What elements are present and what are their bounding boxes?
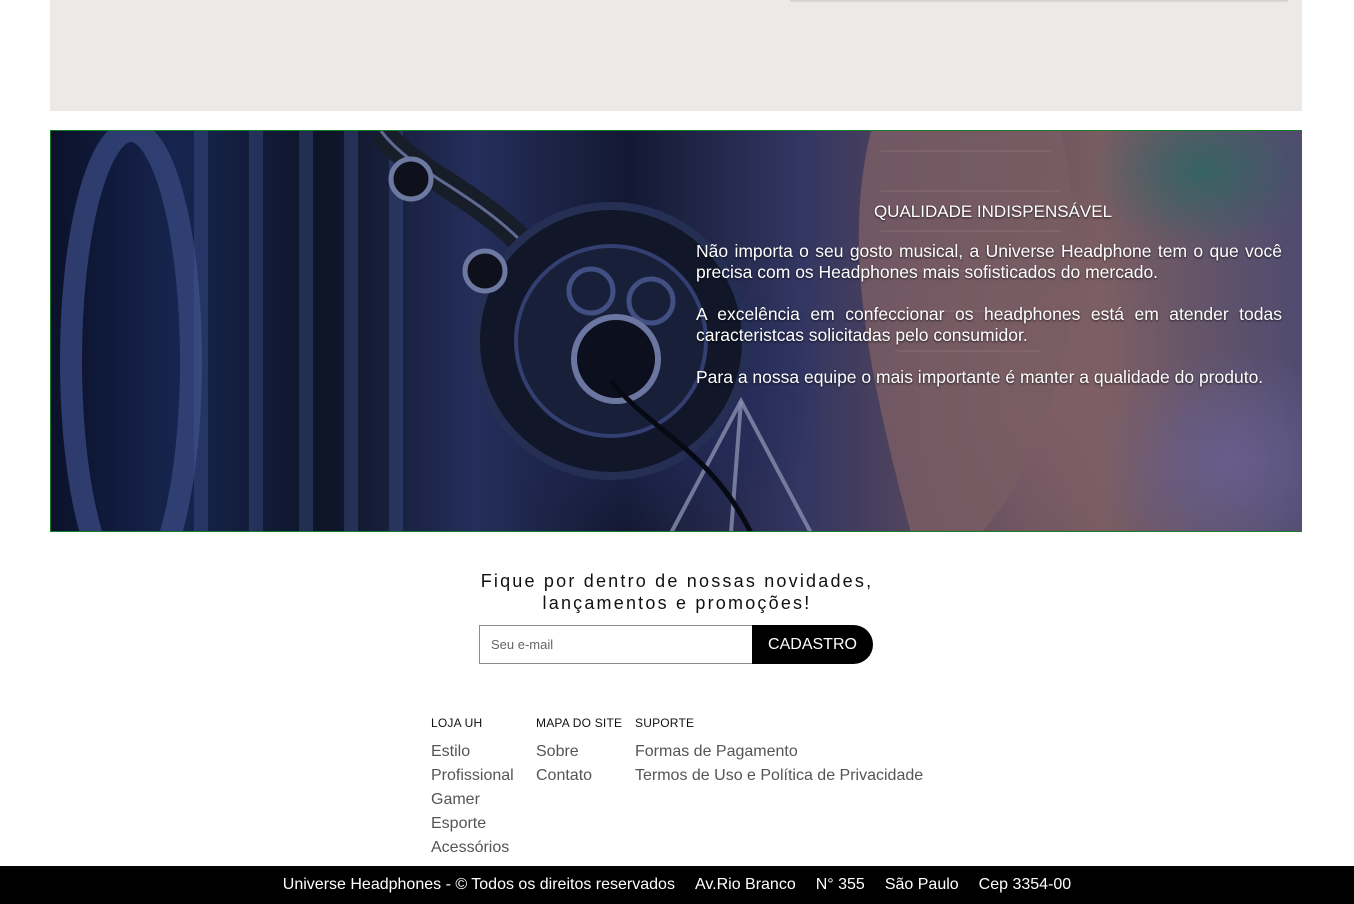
banner-paragraph-3: Para a nossa equipe o mais importante é … (696, 367, 1264, 387)
footer-link-esporte[interactable]: Esporte (431, 812, 514, 836)
banner-paragraph-2: A excelência em confeccionar os headphon… (696, 304, 1282, 345)
footer-column-mapa: MAPA DO SITE Sobre Contato (536, 716, 622, 788)
bottom-bar: Universe Headphones - © Todos os direito… (0, 866, 1354, 904)
address-number: N° 355 (815, 876, 865, 893)
banner-paragraph-1: Não importa o seu gosto musical, a Unive… (696, 241, 1282, 282)
newsletter-section: Fique por dentro de nossas novidades, la… (0, 570, 1354, 664)
top-content-panel (50, 0, 1302, 111)
address-city: São Paulo (884, 876, 959, 893)
banner-text-block: QUALIDADE INDISPENSÁVEL Não importa o se… (696, 201, 1282, 409)
banner-title: QUALIDADE INDISPENSÁVEL (873, 202, 1113, 221)
footer-column-suporte: SUPORTE Formas de Pagamento Termos de Us… (635, 716, 923, 788)
footer-link-termos[interactable]: Termos de Uso e Política de Privacidade (635, 764, 923, 788)
copyright-text: Universe Headphones - © Todos os direito… (282, 876, 675, 893)
footer-link-acessorios[interactable]: Acessórios (431, 836, 514, 860)
newsletter-heading-line-2: lançamentos e promoções! (542, 593, 812, 613)
quality-banner: QUALIDADE INDISPENSÁVEL Não importa o se… (50, 130, 1302, 532)
footer-link-profissional[interactable]: Profissional (431, 764, 514, 788)
newsletter-heading-line-1: Fique por dentro de nossas novidades, (480, 571, 874, 591)
email-input[interactable] (479, 625, 755, 664)
footer-link-gamer[interactable]: Gamer (431, 788, 514, 812)
address-zip: Cep 3354-00 (978, 876, 1072, 893)
cadastro-button[interactable]: CADASTRO (752, 625, 873, 664)
footer-link-contato[interactable]: Contato (536, 764, 622, 788)
address-street: Av.Rio Branco (694, 876, 796, 893)
footer-column-title: LOJA UH (431, 716, 483, 730)
footer-column-title: SUPORTE (635, 716, 695, 730)
newsletter-heading: Fique por dentro de nossas novidades, la… (0, 570, 1354, 614)
newsletter-form: CADASTRO (479, 625, 873, 664)
footer-column-title: MAPA DO SITE (536, 716, 623, 730)
card-shadow-edge (790, 0, 1288, 3)
footer-link-estilo[interactable]: Estilo (431, 740, 514, 764)
footer-link-sobre[interactable]: Sobre (536, 740, 622, 764)
footer-column-loja: LOJA UH Estilo Profissional Gamer Esport… (431, 716, 514, 860)
footer-link-formas-pagamento[interactable]: Formas de Pagamento (635, 740, 923, 764)
